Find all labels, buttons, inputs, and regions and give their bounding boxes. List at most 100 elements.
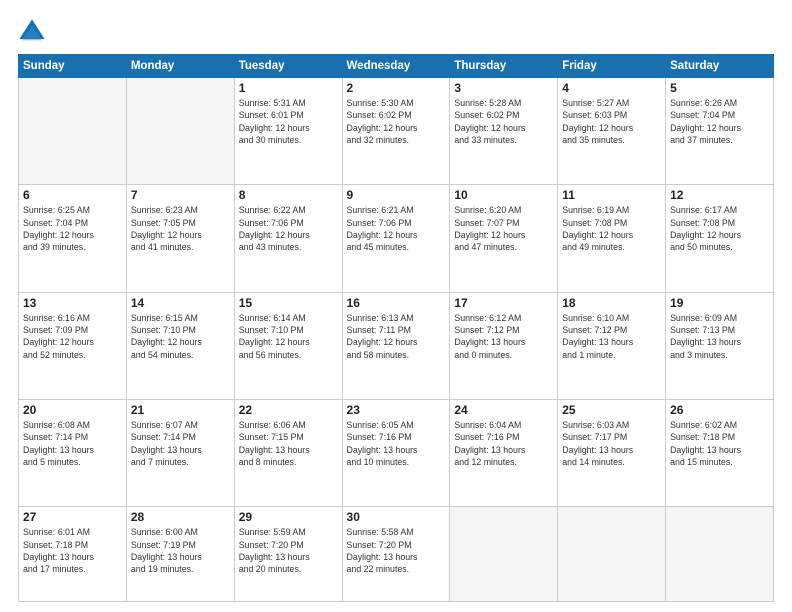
col-header-sunday: Sunday <box>19 55 127 78</box>
day-number: 22 <box>239 403 338 417</box>
day-number: 6 <box>23 188 122 202</box>
calendar-cell: 28 Sunrise: 6:00 AM Sunset: 7:19 PM Dayli… <box>126 507 234 602</box>
calendar-cell: 1 Sunrise: 5:31 AM Sunset: 6:01 PM Daylig… <box>234 78 342 185</box>
calendar-cell <box>558 507 666 602</box>
calendar-cell: 20 Sunrise: 6:08 AM Sunset: 7:14 PM Dayli… <box>19 400 127 507</box>
day-number: 16 <box>347 296 446 310</box>
calendar-cell: 25Sunrise: 6:03 AM Sunset: 7:17 PM Dayli… <box>558 400 666 507</box>
day-number: 1 <box>239 81 338 95</box>
calendar-cell: 17 Sunrise: 6:12 AM Sunset: 7:12 PM Dayli… <box>450 292 558 399</box>
day-info: Sunrise: 6:19 AM Sunset: 7:08 PM Dayligh… <box>562 204 661 253</box>
calendar-cell <box>19 78 127 185</box>
day-number: 27 <box>23 510 122 524</box>
calendar-cell: 11 Sunrise: 6:19 AM Sunset: 7:08 PM Dayli… <box>558 185 666 292</box>
day-info: Sunrise: 6:21 AM Sunset: 7:06 PM Dayligh… <box>347 204 446 253</box>
calendar-cell: 29 Sunrise: 5:59 AM Sunset: 7:20 PM Dayli… <box>234 507 342 602</box>
day-number: 11 <box>562 188 661 202</box>
day-info: Sunrise: 6:08 AM Sunset: 7:14 PM Dayligh… <box>23 419 122 468</box>
day-info: Sunrise: 6:14 AM Sunset: 7:10 PM Dayligh… <box>239 312 338 361</box>
calendar-cell: 23 Sunrise: 6:05 AM Sunset: 7:16 PM Dayli… <box>342 400 450 507</box>
day-number: 26 <box>670 403 769 417</box>
calendar-cell: 24 Sunrise: 6:04 AM Sunset: 7:16 PM Dayli… <box>450 400 558 507</box>
calendar-cell: 15 Sunrise: 6:14 AM Sunset: 7:10 PM Dayli… <box>234 292 342 399</box>
calendar-cell: 3 Sunrise: 5:28 AM Sunset: 6:02 PM Daylig… <box>450 78 558 185</box>
calendar-week-row: 6Sunrise: 6:25 AM Sunset: 7:04 PM Daylig… <box>19 185 774 292</box>
calendar-week-row: 13 Sunrise: 6:16 AM Sunset: 7:09 PM Dayli… <box>19 292 774 399</box>
day-info: Sunrise: 6:20 AM Sunset: 7:07 PM Dayligh… <box>454 204 553 253</box>
calendar-cell <box>450 507 558 602</box>
day-number: 14 <box>131 296 230 310</box>
calendar-cell: 18 Sunrise: 6:10 AM Sunset: 7:12 PM Dayli… <box>558 292 666 399</box>
day-info: Sunrise: 6:15 AM Sunset: 7:10 PM Dayligh… <box>131 312 230 361</box>
day-number: 8 <box>239 188 338 202</box>
day-number: 2 <box>347 81 446 95</box>
calendar-cell: 21Sunrise: 6:07 AM Sunset: 7:14 PM Dayli… <box>126 400 234 507</box>
day-info: Sunrise: 6:01 AM Sunset: 7:18 PM Dayligh… <box>23 526 122 575</box>
day-number: 28 <box>131 510 230 524</box>
calendar-cell: 9 Sunrise: 6:21 AM Sunset: 7:06 PM Daylig… <box>342 185 450 292</box>
day-number: 19 <box>670 296 769 310</box>
day-info: Sunrise: 6:23 AM Sunset: 7:05 PM Dayligh… <box>131 204 230 253</box>
day-info: Sunrise: 6:00 AM Sunset: 7:19 PM Dayligh… <box>131 526 230 575</box>
day-info: Sunrise: 5:59 AM Sunset: 7:20 PM Dayligh… <box>239 526 338 575</box>
day-number: 23 <box>347 403 446 417</box>
day-number: 5 <box>670 81 769 95</box>
logo <box>18 18 50 46</box>
day-number: 21 <box>131 403 230 417</box>
day-info: Sunrise: 6:04 AM Sunset: 7:16 PM Dayligh… <box>454 419 553 468</box>
day-info: Sunrise: 6:12 AM Sunset: 7:12 PM Dayligh… <box>454 312 553 361</box>
day-number: 29 <box>239 510 338 524</box>
calendar-cell: 8Sunrise: 6:22 AM Sunset: 7:06 PM Daylig… <box>234 185 342 292</box>
calendar-week-row: 20 Sunrise: 6:08 AM Sunset: 7:14 PM Dayli… <box>19 400 774 507</box>
calendar-cell: 16 Sunrise: 6:13 AM Sunset: 7:11 PM Dayli… <box>342 292 450 399</box>
day-info: Sunrise: 6:06 AM Sunset: 7:15 PM Dayligh… <box>239 419 338 468</box>
calendar-week-row: 1 Sunrise: 5:31 AM Sunset: 6:01 PM Daylig… <box>19 78 774 185</box>
day-number: 18 <box>562 296 661 310</box>
day-info: Sunrise: 6:09 AM Sunset: 7:13 PM Dayligh… <box>670 312 769 361</box>
day-info: Sunrise: 6:02 AM Sunset: 7:18 PM Dayligh… <box>670 419 769 468</box>
day-number: 15 <box>239 296 338 310</box>
calendar-cell: 22 Sunrise: 6:06 AM Sunset: 7:15 PM Dayli… <box>234 400 342 507</box>
day-info: Sunrise: 5:27 AM Sunset: 6:03 PM Dayligh… <box>562 97 661 146</box>
col-header-saturday: Saturday <box>666 55 774 78</box>
day-info: Sunrise: 5:30 AM Sunset: 6:02 PM Dayligh… <box>347 97 446 146</box>
col-header-thursday: Thursday <box>450 55 558 78</box>
calendar-cell: 14 Sunrise: 6:15 AM Sunset: 7:10 PM Dayli… <box>126 292 234 399</box>
day-number: 4 <box>562 81 661 95</box>
logo-icon <box>18 18 46 46</box>
header <box>18 18 774 46</box>
day-number: 24 <box>454 403 553 417</box>
col-header-tuesday: Tuesday <box>234 55 342 78</box>
day-number: 17 <box>454 296 553 310</box>
day-info: Sunrise: 6:10 AM Sunset: 7:12 PM Dayligh… <box>562 312 661 361</box>
day-number: 3 <box>454 81 553 95</box>
day-info: Sunrise: 6:05 AM Sunset: 7:16 PM Dayligh… <box>347 419 446 468</box>
day-number: 7 <box>131 188 230 202</box>
day-info: Sunrise: 6:16 AM Sunset: 7:09 PM Dayligh… <box>23 312 122 361</box>
day-number: 30 <box>347 510 446 524</box>
day-number: 25 <box>562 403 661 417</box>
calendar-cell: 6Sunrise: 6:25 AM Sunset: 7:04 PM Daylig… <box>19 185 127 292</box>
calendar-cell: 7 Sunrise: 6:23 AM Sunset: 7:05 PM Daylig… <box>126 185 234 292</box>
day-number: 9 <box>347 188 446 202</box>
col-header-wednesday: Wednesday <box>342 55 450 78</box>
day-info: Sunrise: 6:13 AM Sunset: 7:11 PM Dayligh… <box>347 312 446 361</box>
page: SundayMondayTuesdayWednesdayThursdayFrid… <box>0 0 792 612</box>
calendar-cell: 12Sunrise: 6:17 AM Sunset: 7:08 PM Dayli… <box>666 185 774 292</box>
col-header-monday: Monday <box>126 55 234 78</box>
day-info: Sunrise: 5:31 AM Sunset: 6:01 PM Dayligh… <box>239 97 338 146</box>
day-number: 10 <box>454 188 553 202</box>
calendar-cell: 27 Sunrise: 6:01 AM Sunset: 7:18 PM Dayli… <box>19 507 127 602</box>
calendar-cell: 10 Sunrise: 6:20 AM Sunset: 7:07 PM Dayli… <box>450 185 558 292</box>
calendar-cell: 5 Sunrise: 6:26 AM Sunset: 7:04 PM Daylig… <box>666 78 774 185</box>
calendar-cell: 2 Sunrise: 5:30 AM Sunset: 6:02 PM Daylig… <box>342 78 450 185</box>
calendar-cell <box>126 78 234 185</box>
day-number: 20 <box>23 403 122 417</box>
day-number: 12 <box>670 188 769 202</box>
day-info: Sunrise: 5:28 AM Sunset: 6:02 PM Dayligh… <box>454 97 553 146</box>
day-number: 13 <box>23 296 122 310</box>
day-info: Sunrise: 6:26 AM Sunset: 7:04 PM Dayligh… <box>670 97 769 146</box>
calendar-cell: 19 Sunrise: 6:09 AM Sunset: 7:13 PM Dayli… <box>666 292 774 399</box>
calendar-cell: 30 Sunrise: 5:58 AM Sunset: 7:20 PM Dayli… <box>342 507 450 602</box>
day-info: Sunrise: 5:58 AM Sunset: 7:20 PM Dayligh… <box>347 526 446 575</box>
